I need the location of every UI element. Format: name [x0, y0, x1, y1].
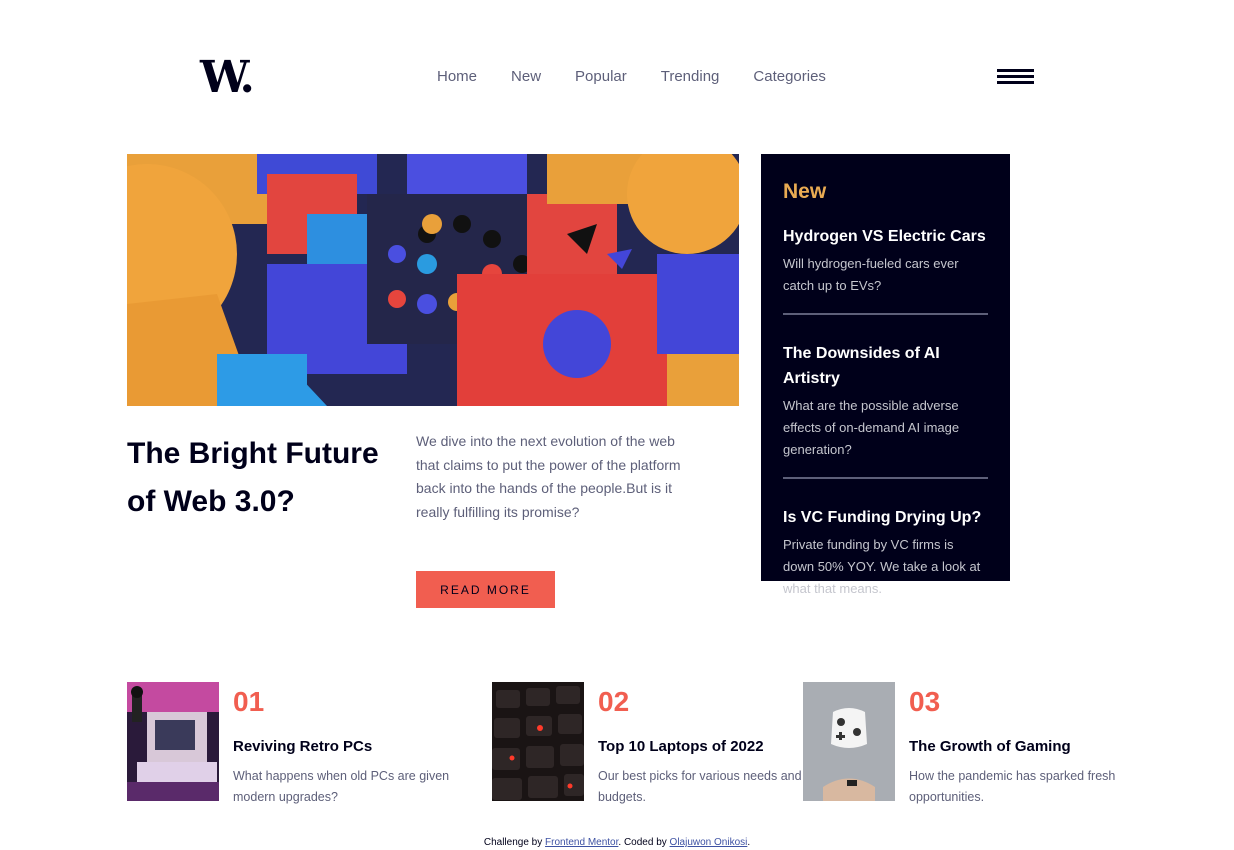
new-article[interactable]: Is VC Funding Drying Up? Private funding… [783, 505, 988, 600]
new-article-text: What are the possible adverse effects of… [783, 398, 960, 457]
new-article-title[interactable]: Is VC Funding Drying Up? [783, 505, 988, 530]
divider [783, 477, 988, 479]
logo[interactable]: W. [200, 56, 255, 100]
hero-title: The Bright Future of Web 3.0? [127, 437, 379, 518]
new-article-text: Will hydrogen-fueled cars ever catch up … [783, 256, 959, 293]
main-nav: Home New Popular Trending Categories [437, 68, 826, 85]
new-articles-panel: New Hydrogen VS Electric Cars Will hydro… [761, 154, 1010, 596]
attribution-suffix: . [747, 837, 751, 848]
hamburger-menu-icon[interactable] [997, 69, 1034, 86]
ranked-article-title[interactable]: The Growth of Gaming [909, 738, 1071, 755]
retro-pc-thumbnail [127, 682, 219, 801]
hero-description: We dive into the next evolution of the w… [416, 433, 681, 520]
attribution: Challenge by Frontend Mentor. Coded by O… [0, 837, 1234, 848]
rank-number: 01 [233, 686, 265, 717]
nav-popular[interactable]: Popular [575, 68, 627, 85]
rank-number: 03 [909, 686, 941, 717]
ranked-article-text: How the pandemic has sparked fresh oppor… [909, 769, 1116, 804]
new-panel-heading: New [783, 180, 827, 203]
rank-number: 02 [598, 686, 630, 717]
new-article-title[interactable]: The Downsides of AI Artistry [783, 341, 988, 391]
game-controller-thumbnail [803, 682, 895, 801]
ranked-article-text: What happens when old PCs are given mode… [233, 769, 450, 804]
attribution-middle: . Coded by [618, 837, 667, 848]
attribution-prefix: Challenge by [483, 837, 543, 848]
nav-trending[interactable]: Trending [661, 68, 720, 85]
author-link[interactable]: Olajuwon Onikosi [670, 837, 748, 848]
ranked-article-title[interactable]: Top 10 Laptops of 2022 [598, 738, 764, 755]
nav-home[interactable]: Home [437, 68, 477, 85]
laptop-keyboard-thumbnail [492, 682, 584, 801]
hero-image [127, 154, 739, 406]
ranked-article-text: Our best picks for various needs and bud… [598, 769, 802, 804]
new-article-title[interactable]: Hydrogen VS Electric Cars [783, 224, 988, 249]
divider [783, 313, 988, 315]
ranked-article-title[interactable]: Reviving Retro PCs [233, 738, 372, 755]
frontend-mentor-link[interactable]: Frontend Mentor [545, 837, 618, 848]
new-article-text: Private funding by VC firms is down 50% … [783, 537, 981, 596]
nav-new[interactable]: New [511, 68, 541, 85]
read-more-button[interactable]: READ MORE [416, 571, 555, 608]
nav-categories[interactable]: Categories [753, 68, 826, 85]
new-article[interactable]: The Downsides of AI Artistry What are th… [783, 341, 988, 461]
new-article[interactable]: Hydrogen VS Electric Cars Will hydrogen-… [783, 224, 988, 297]
